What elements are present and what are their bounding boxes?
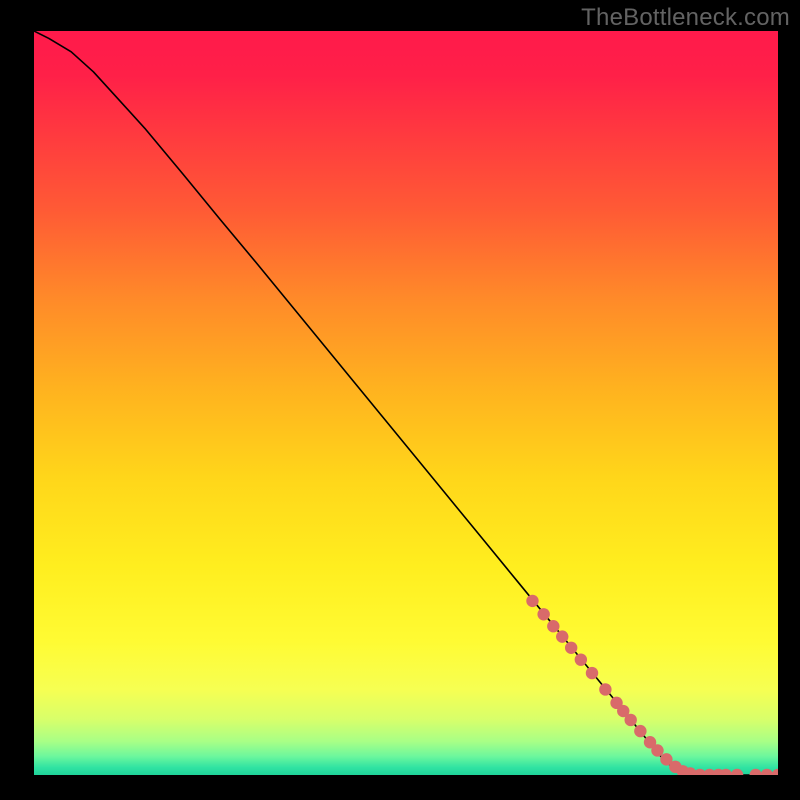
plot-area [34, 31, 778, 775]
chart-frame: TheBottleneck.com [0, 0, 800, 800]
data-marker [651, 744, 663, 756]
data-marker [547, 620, 559, 632]
data-marker [624, 714, 636, 726]
data-marker [556, 630, 568, 642]
data-marker [634, 725, 646, 737]
data-marker [575, 653, 587, 665]
data-marker [526, 595, 538, 607]
watermark-text: TheBottleneck.com [581, 4, 790, 32]
gradient-background [34, 31, 778, 775]
data-marker [537, 608, 549, 620]
data-marker [586, 667, 598, 679]
data-marker [565, 642, 577, 654]
chart-svg [34, 31, 778, 775]
data-marker [599, 683, 611, 695]
